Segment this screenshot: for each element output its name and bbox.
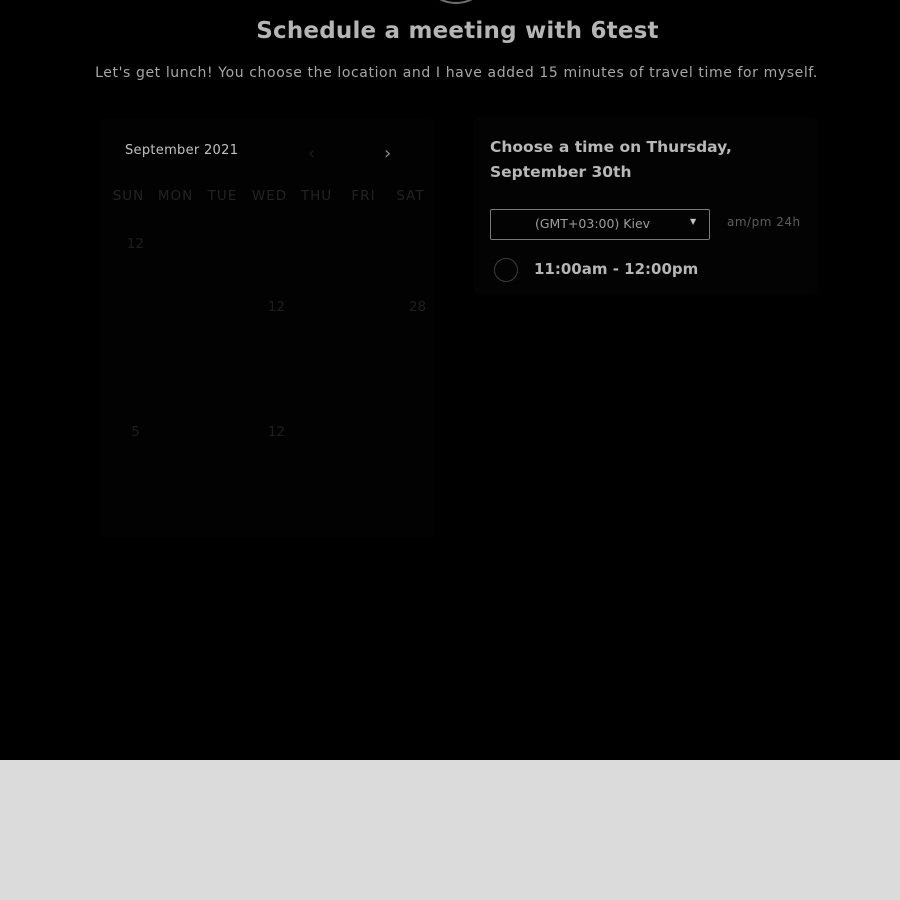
calendar-day[interactable]: 12 <box>112 236 159 252</box>
time-selection-panel: Choose a time on Thursday, September 30t… <box>473 118 818 294</box>
weekday-sat: SAT <box>396 188 425 204</box>
calendar-day[interactable]: 12 <box>253 424 300 440</box>
time-slot-label: 11:00am - 12:00pm <box>534 260 699 278</box>
timezone-value: (GMT+03:00) Kiev <box>534 216 651 231</box>
weekday-fri: FRI <box>351 188 376 204</box>
calendar-day[interactable]: 28 <box>394 299 441 315</box>
weekday-wed: WED <box>251 188 288 204</box>
weekday-header: SUN MON TUE WED THU FRI SAT <box>105 188 434 208</box>
time-slot[interactable]: 11:00am - 12:00pm <box>494 258 794 282</box>
footer-area <box>0 760 900 900</box>
page-description: Let's get lunch! You choose the location… <box>95 65 818 81</box>
chevron-right-icon[interactable]: › <box>384 145 391 163</box>
format-ampm-option[interactable]: am/pm <box>727 215 772 229</box>
chevron-left-icon[interactable]: ‹ <box>308 145 315 163</box>
format-24h-option[interactable]: 24h <box>776 215 800 229</box>
weekday-tue: TUE <box>207 188 238 204</box>
caret-down-icon: ▼ <box>690 217 697 226</box>
weekday-sun: SUN <box>112 188 145 204</box>
calendar-month-label: September 2021 <box>125 143 239 158</box>
weekday-thu: THU <box>300 188 333 204</box>
page-title: Schedule a meeting with 6test <box>256 18 659 44</box>
calendar-day[interactable]: 5 <box>112 424 159 440</box>
radio-circle-icon[interactable] <box>494 258 518 282</box>
calendar-day[interactable]: 12 <box>253 299 300 315</box>
weekday-mon: MON <box>157 188 194 204</box>
time-selection-heading: Choose a time on Thursday, September 30t… <box>490 138 732 181</box>
timezone-select[interactable]: (GMT+03:00) Kiev ▼ <box>490 209 710 240</box>
calendar-panel: September 2021 ‹ › SUN MON TUE WED THU F… <box>100 118 435 538</box>
time-format-toggle: am/pm 24h <box>727 215 801 229</box>
avatar <box>420 0 492 4</box>
main-area: Schedule a meeting with 6test Let's get … <box>0 0 900 760</box>
